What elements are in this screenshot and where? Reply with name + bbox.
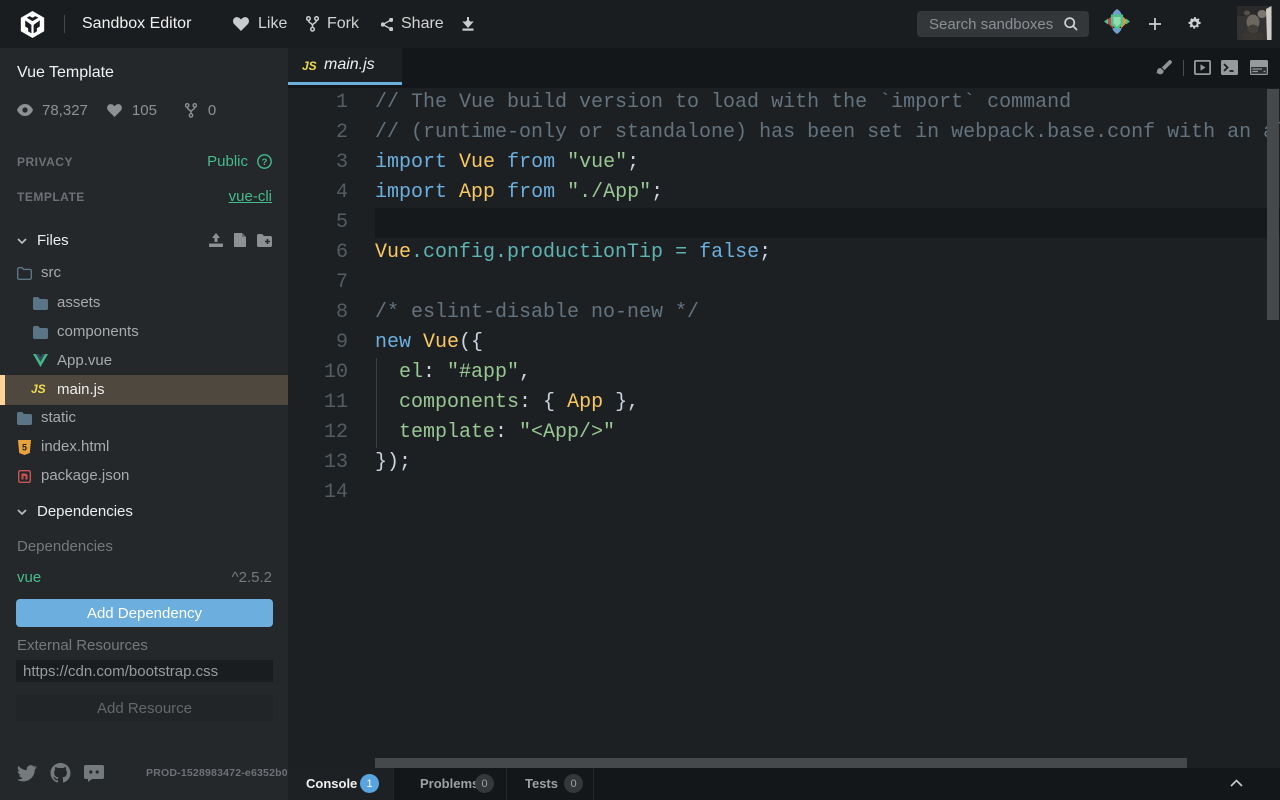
svg-text:?: ? [262, 157, 268, 168]
svg-text:5: 5 [22, 443, 27, 453]
